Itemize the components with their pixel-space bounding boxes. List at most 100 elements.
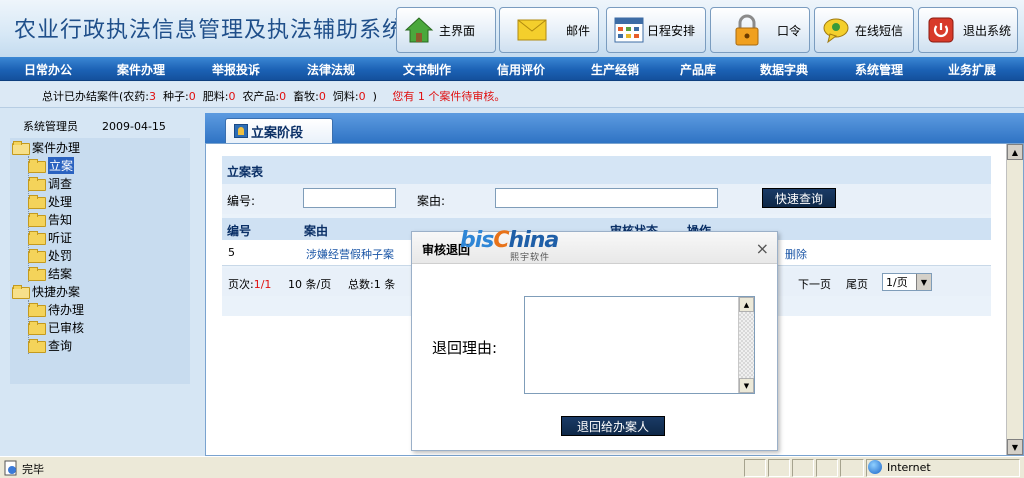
folder-open-icon <box>12 285 30 299</box>
security-zone: Internet <box>868 460 931 474</box>
main-nav: 日常办公 案件办理 举报投诉 法律法规 文书制作 信用评价 生产经销 产品库 数… <box>0 57 1024 81</box>
return-to-handler-button[interactable]: 退回给办案人 <box>561 416 665 436</box>
scroll-down-icon[interactable]: ▼ <box>1007 439 1023 455</box>
tree-item-reviewed[interactable]: 已审核 <box>28 318 84 336</box>
home-button[interactable]: 主界面 <box>396 7 496 53</box>
tree-item-label: 结案 <box>48 266 73 281</box>
content-scrollbar[interactable]: ▲ ▼ <box>1006 144 1023 455</box>
quick-search-button[interactable]: 快速查询 <box>762 188 836 208</box>
status-pane <box>744 459 766 477</box>
nav-extensions[interactable]: 业务扩展 <box>948 61 996 78</box>
tree-item-investigation[interactable]: 调查 <box>28 174 72 192</box>
nav-products[interactable]: 产品库 <box>680 61 716 78</box>
nav-system[interactable]: 系统管理 <box>855 61 903 78</box>
tree-item-label: 待办理 <box>48 302 85 317</box>
status-pane <box>792 459 814 477</box>
page-select[interactable]: 1/页 ▼ <box>882 273 932 291</box>
nav-complaints[interactable]: 举报投诉 <box>212 61 260 78</box>
tree-group-quick-cases[interactable]: 快捷办案 <box>12 282 80 300</box>
livestock-count: 0 <box>318 90 326 103</box>
stats-suffix: ) <box>372 90 377 103</box>
mail-icon <box>516 14 548 46</box>
nav-production[interactable]: 生产经销 <box>591 61 639 78</box>
tree-item-label: 查询 <box>48 338 73 353</box>
lock-icon <box>731 14 763 46</box>
folder-icon <box>28 267 46 281</box>
folder-icon <box>28 213 46 227</box>
home-icon <box>403 14 435 46</box>
next-page-link[interactable]: 下一页 <box>798 276 831 292</box>
pending-notice[interactable]: 您有 1 个案件待审核。 <box>392 90 505 103</box>
tree-item-todo[interactable]: 待办理 <box>28 300 84 318</box>
password-button-label: 口令 <box>777 23 802 38</box>
tree-item-processing[interactable]: 处理 <box>28 192 72 210</box>
sms-button-label: 在线短信 <box>855 23 904 38</box>
scroll-up-icon[interactable]: ▲ <box>1007 144 1023 160</box>
tab-label: 立案阶段 <box>251 125 304 141</box>
tree-item-label: 已审核 <box>48 320 85 335</box>
fertilizer-count: 0 <box>228 90 236 103</box>
row-cause-link[interactable]: 涉嫌经营假种子案 <box>306 246 394 262</box>
logout-button[interactable]: 退出系统 <box>918 7 1018 53</box>
app-header: 农业行政执法信息管理及执法辅助系统 主界面 邮件 日程安排 口令 在线短信 退出 <box>0 0 1024 57</box>
password-button[interactable]: 口令 <box>710 7 810 53</box>
folder-icon <box>28 303 46 317</box>
nav-documents[interactable]: 文书制作 <box>403 61 451 78</box>
tree-item-notice[interactable]: 告知 <box>28 210 72 228</box>
tree-item-label: 调查 <box>48 176 73 191</box>
brand-part: bis <box>460 228 494 253</box>
sms-button[interactable]: 在线短信 <box>814 7 914 53</box>
tree-group-case-handling[interactable]: 案件办理 <box>12 138 80 156</box>
stats-prefix: 总计已办结案件(农药: <box>42 90 149 103</box>
case-cause-input[interactable] <box>495 188 718 208</box>
last-page-link[interactable]: 尾页 <box>846 276 868 292</box>
case-cause-label: 案由: <box>417 194 446 208</box>
nav-dictionary[interactable]: 数据字典 <box>760 61 808 78</box>
nav-credit[interactable]: 信用评价 <box>497 61 545 78</box>
calendar-button[interactable]: 日程安排 <box>606 7 706 53</box>
tree-item-query[interactable]: 查询 <box>28 336 72 354</box>
user-card-icon <box>234 124 248 138</box>
watermark-logo: bisChina 熙宇软件 <box>460 228 559 263</box>
dropdown-arrow-icon: ▼ <box>916 274 931 290</box>
number-label: 编号: <box>227 194 256 208</box>
zone-label: Internet <box>887 460 931 474</box>
logout-button-label: 退出系统 <box>963 23 1012 38</box>
nav-daily-office[interactable]: 日常办公 <box>24 61 72 78</box>
calendar-button-label: 日程安排 <box>647 23 696 38</box>
tree-item-penalty[interactable]: 处罚 <box>28 246 72 264</box>
per-page: 10 条/页 <box>288 278 332 291</box>
nav-laws[interactable]: 法律法规 <box>307 61 355 78</box>
column-number: 编号 <box>227 224 252 238</box>
livestock-label: 畜牧: <box>293 90 319 103</box>
textarea-scrollbar[interactable]: ▲ ▼ <box>738 297 754 393</box>
tree-item-filing[interactable]: 立案 <box>28 156 75 174</box>
mail-button[interactable]: 邮件 <box>499 7 599 53</box>
scroll-down-icon[interactable]: ▼ <box>739 378 754 393</box>
scroll-up-icon[interactable]: ▲ <box>739 297 754 312</box>
column-cause: 案由 <box>304 224 329 238</box>
status-text: 完毕 <box>22 463 44 476</box>
seed-count: 0 <box>188 90 196 103</box>
number-input[interactable] <box>303 188 396 208</box>
reason-label: 退回理由: <box>432 339 498 357</box>
tree-item-closing[interactable]: 结案 <box>28 264 72 282</box>
brand-subtitle: 熙宇软件 <box>510 253 551 263</box>
tree-item-label: 处罚 <box>48 248 73 263</box>
seed-label: 种子: <box>163 90 189 103</box>
page-label: 页次: <box>228 278 254 291</box>
close-icon[interactable]: × <box>756 239 769 258</box>
row-delete-link[interactable]: 删除 <box>785 246 807 262</box>
pesticide-count: 3 <box>149 90 156 103</box>
case-summary: 总计已办结案件(农药:3 种子:0 肥料:0 农产品:0 畜牧:0 饲料:0 )… <box>42 88 505 104</box>
user-name: 系统管理员 <box>23 120 78 133</box>
scroll-track[interactable] <box>739 312 754 378</box>
nav-case-handling[interactable]: 案件办理 <box>117 61 165 78</box>
page-select-value: 1/页 <box>886 276 908 289</box>
reason-textarea[interactable]: ▲ ▼ <box>524 296 755 394</box>
tab-filing-stage[interactable]: 立案阶段 <box>225 118 333 143</box>
tree-item-label: 立案 <box>48 156 75 174</box>
user-info: 系统管理员 2009-04-15 <box>23 118 166 134</box>
tree-item-hearing[interactable]: 听证 <box>28 228 72 246</box>
stats-bar: 总计已办结案件(农药:3 种子:0 肥料:0 农产品:0 畜牧:0 饲料:0 )… <box>0 82 1024 108</box>
